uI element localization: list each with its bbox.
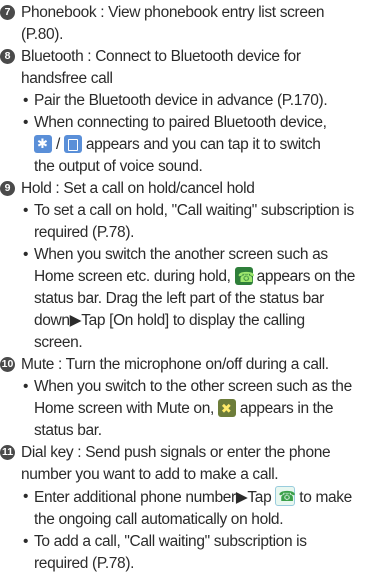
mic-muted-icon: [217, 398, 236, 420]
item-bluetooth: 8 Bluetooth : Connect to Bluetooth devic…: [0, 46, 384, 90]
bluetooth-audio-icon: [34, 133, 52, 155]
bullet-dot: •: [23, 378, 29, 395]
item-text-line: Phonebook : View phonebook entry list sc…: [21, 4, 325, 21]
item-number: 7: [0, 5, 15, 20]
bullet-pair-device: • Pair the Bluetooth device in advance (…: [0, 90, 384, 112]
bullet-line: Home screen etc. during hold, appears on…: [34, 266, 380, 288]
bullet-line: required (P.78).: [34, 224, 135, 241]
item-number: 10: [0, 357, 15, 372]
bullet-line: the output of voice sound.: [34, 158, 203, 175]
bullet-dot: •: [23, 202, 29, 219]
device-audio-icon: [63, 135, 82, 153]
item-text-line: number you want to add to make a call.: [21, 466, 279, 483]
bullet-line: When you switch to the other screen such…: [34, 378, 352, 395]
bullet-line: Pair the Bluetooth device in advance (P.…: [34, 92, 328, 109]
bullet-dot: •: [23, 488, 29, 505]
add-call-icon: [275, 485, 295, 507]
item-phonebook: 7 Phonebook : View phonebook entry list …: [0, 2, 384, 46]
bullet-line: status bar. Drag the left part of the st…: [34, 290, 324, 307]
bullet-line: Enter additional phone number▶Tap to mak…: [34, 485, 380, 509]
item-text-line: Bluetooth : Connect to Bluetooth device …: [21, 48, 301, 65]
item-dial-key: 11 Dial key : Send push signals or enter…: [0, 442, 384, 486]
bullet-dot: •: [23, 114, 29, 131]
bullet-line: screen.: [34, 334, 83, 351]
item-number: 9: [0, 181, 15, 196]
item-text-line: handsfree call: [21, 70, 113, 87]
bullet-hold-subscription: • To set a call on hold, "Call waiting" …: [0, 200, 384, 244]
item-mute: 10 Mute : Turn the microphone on/off dur…: [0, 354, 384, 376]
bullet-line: / appears and you can tap it to switch: [34, 133, 380, 156]
item-text-line: Mute : Turn the microphone on/off during…: [21, 356, 329, 373]
bullet-dot: •: [23, 533, 29, 550]
item-number: 8: [0, 49, 15, 64]
bullet-line: required (P.78).: [34, 555, 135, 572]
bullet-hold-status: • When you switch the another screen suc…: [0, 244, 384, 354]
bullet-line: To set a call on hold, "Call waiting" su…: [34, 202, 354, 219]
item-text-line: (P.80).: [21, 26, 64, 43]
bullet-line: the ongoing call automatically on hold.: [34, 511, 284, 528]
bullet-add-number: • Enter additional phone number▶Tap to m…: [0, 485, 384, 531]
item-hold: 9 Hold : Set a call on hold/cancel hold: [0, 178, 384, 200]
item-text-line: Dial key : Send push signals or enter th…: [21, 444, 331, 461]
item-text-line: Hold : Set a call on hold/cancel hold: [21, 180, 255, 197]
bullet-line: Home screen with Mute on, appears in the: [34, 398, 380, 420]
document-page: 7 Phonebook : View phonebook entry list …: [0, 0, 384, 575]
bullet-line: When you switch the another screen such …: [34, 246, 328, 263]
bullet-dot: •: [23, 92, 29, 109]
bullet-dot: •: [23, 246, 29, 263]
call-on-hold-icon: [234, 266, 255, 288]
bullet-connect-device: • When connecting to paired Bluetooth de…: [0, 112, 384, 178]
bullet-add-call-subscription: • To add a call, "Call waiting" subscrip…: [0, 531, 384, 575]
bullet-line: To add a call, "Call waiting" subscripti…: [34, 533, 307, 550]
bullet-line: status bar.: [34, 422, 102, 439]
bullet-mute-status: • When you switch to the other screen su…: [0, 376, 384, 442]
item-number: 11: [0, 445, 15, 460]
bullet-line: down▶Tap [On hold] to display the callin…: [34, 312, 305, 329]
bullet-line: When connecting to paired Bluetooth devi…: [34, 114, 327, 131]
